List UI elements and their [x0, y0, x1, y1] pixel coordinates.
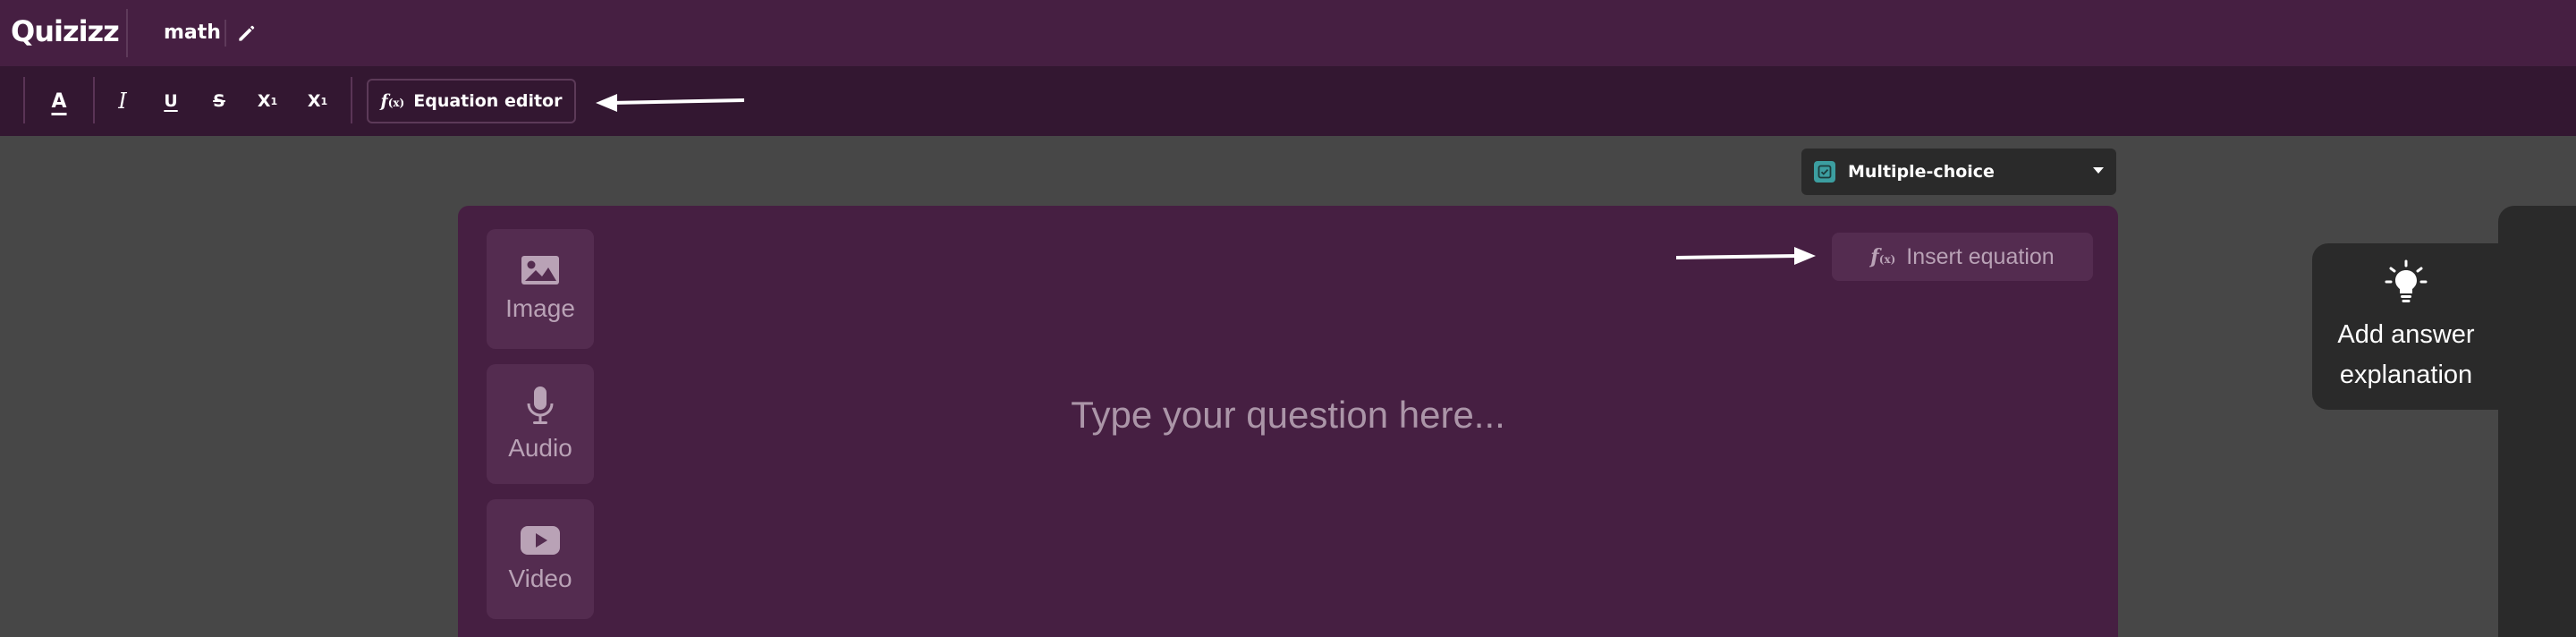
add-answer-explanation-button[interactable]: Add answer explanation [2312, 243, 2500, 410]
question-card: Image Audio Video f(x) Insert equation T… [458, 206, 2118, 637]
question-type-label: Multiple-choice [1848, 162, 1995, 182]
insert-equation-label: Insert equation [1906, 243, 2055, 269]
toolbar-divider [23, 77, 25, 123]
header-divider [126, 9, 128, 57]
subscript-button[interactable]: X1 [296, 81, 339, 122]
superscript-button[interactable]: X1 [246, 81, 289, 122]
top-header: Quizizz math [0, 0, 2576, 66]
audio-label: Audio [508, 434, 572, 462]
strikethrough-button[interactable]: S [198, 81, 241, 122]
question-input[interactable]: Type your question here... [458, 394, 2118, 437]
chevron-down-icon [2093, 167, 2104, 174]
toolbar-divider [93, 77, 95, 123]
add-video-button[interactable]: Video [487, 499, 594, 619]
insert-equation-button[interactable]: f(x) Insert equation [1832, 233, 2093, 281]
function-icon: f(x) [1870, 245, 1896, 268]
question-type-dropdown[interactable]: Multiple-choice [1801, 149, 2116, 195]
subscript-base: X [307, 91, 321, 111]
superscript-mark: 1 [270, 95, 278, 107]
answer-explanation-label: Add answer explanation [2337, 320, 2475, 389]
equation-editor-label: Equation editor [413, 91, 563, 111]
video-play-icon [521, 526, 560, 555]
pencil-icon[interactable] [235, 21, 258, 45]
right-side-panel [2498, 206, 2576, 637]
underline-button[interactable]: U [149, 81, 192, 122]
quiz-title[interactable]: math [164, 20, 221, 47]
image-icon [521, 256, 559, 285]
equation-editor-button[interactable]: f(x) Equation editor [367, 79, 576, 123]
lightbulb-icon [2385, 259, 2428, 302]
title-separator [225, 20, 226, 47]
checkbox-icon [1814, 161, 1835, 183]
subscript-mark: 1 [320, 95, 328, 107]
add-image-button[interactable]: Image [487, 229, 594, 349]
right-arrow-annotation [1676, 247, 1816, 265]
toolbar-divider [351, 77, 352, 123]
left-arrow-annotation [596, 94, 744, 112]
format-toolbar: A I U S X1 X1 f(x) Equation editor [0, 66, 2576, 136]
text-color-button[interactable]: A [38, 81, 80, 122]
quizizz-logo[interactable]: Quizizz [11, 13, 120, 49]
image-label: Image [505, 294, 575, 322]
video-label: Video [508, 565, 572, 592]
superscript-base: X [257, 91, 271, 111]
italic-button[interactable]: I [101, 81, 144, 122]
function-icon: f(x) [380, 91, 405, 111]
